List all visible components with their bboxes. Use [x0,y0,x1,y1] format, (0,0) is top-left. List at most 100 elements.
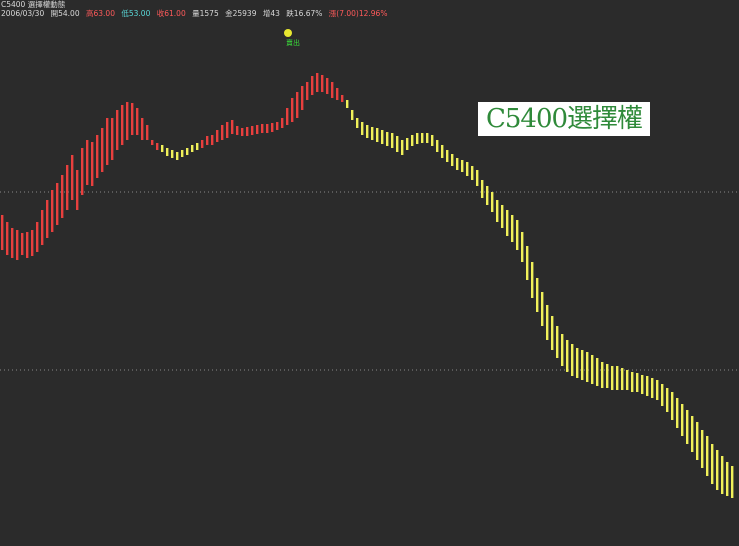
bar-up-13 [66,165,69,210]
bar-down-60 [606,364,609,388]
bar-down-46 [536,278,539,312]
bar-up-54 [311,76,314,95]
bar-down-10 [356,118,359,128]
bar-down-83 [721,456,724,494]
bar-up-11 [56,183,59,225]
bar-down-64 [626,370,629,390]
bar-up-41 [246,127,249,136]
bar-up-5 [26,232,29,258]
signal-layer [284,29,292,37]
bar-down-41 [511,215,514,242]
bar-up-19 [96,135,99,178]
bar-up-14 [71,155,74,200]
bar-down-6 [191,145,194,152]
bar-up-22 [111,118,114,160]
bar-down-22 [416,133,419,144]
bar-up-10 [51,190,54,232]
bar-up-8 [41,210,44,245]
bar-down-56 [586,352,589,382]
bar-down-27 [441,145,444,158]
bar-up-2 [11,228,14,258]
bar-up-18 [91,142,94,186]
sell-signal-marker [284,29,292,37]
bar-down-0 [161,145,164,152]
bar-up-42 [251,126,254,135]
bar-down-30 [456,158,459,170]
header-title-row: C5400 選擇權動態 [1,0,69,9]
bar-down-61 [611,366,614,390]
header-change-count: 增43 [262,9,280,18]
bar-down-73 [671,392,674,420]
bar-down-23 [421,133,424,143]
bar-down-75 [681,404,684,436]
bar-up-7 [36,222,39,252]
bar-down-36 [486,186,489,205]
bar-up-12 [61,175,64,218]
bar-up-43 [256,125,259,134]
bars-layer [1,73,734,498]
bar-up-51 [296,92,299,118]
bar-down-43 [521,232,524,262]
bar-down-57 [591,355,594,384]
bar-down-38 [496,200,499,222]
bar-down-18 [396,136,399,152]
bar-up-57 [326,78,329,94]
header-low: 低53.00 [121,9,151,18]
bar-down-3 [176,152,179,160]
bar-down-29 [451,154,454,166]
bar-down-17 [391,133,394,148]
bar-up-26 [131,103,134,135]
bar-up-3 [16,230,19,260]
bar-up-1 [6,222,9,255]
header-change-pct: 跌16.67% [286,9,323,18]
bar-up-25 [126,102,129,140]
bar-down-20 [406,138,409,150]
bar-up-28 [141,118,144,140]
bar-down-49 [551,316,554,350]
bar-down-67 [641,375,644,394]
bar-down-16 [386,132,389,146]
bar-down-32 [466,162,469,176]
bar-down-63 [621,368,624,390]
header-high: 高63.00 [86,9,115,18]
bar-up-53 [306,82,309,100]
bar-up-0 [1,215,4,250]
bar-down-81 [711,444,714,484]
bar-up-9 [46,200,49,238]
bar-down-78 [696,422,699,460]
bar-down-80 [706,436,709,476]
bar-down-34 [476,170,479,186]
bar-up-15 [76,170,79,210]
bar-down-33 [471,166,474,180]
bar-down-37 [491,192,494,212]
bar-down-58 [596,358,599,386]
bar-down-35 [481,180,484,198]
bar-up-60 [341,95,344,102]
bar-down-65 [631,372,634,392]
bar-down-48 [546,305,549,340]
bar-down-76 [686,410,689,444]
bar-up-47 [276,122,279,130]
bar-down-44 [526,246,529,280]
bar-down-25 [431,135,434,146]
bar-down-2 [171,150,174,158]
bar-up-56 [321,75,324,92]
header-title: C5400 選擇權動態 [1,0,66,9]
bar-down-77 [691,416,694,452]
bar-down-79 [701,430,704,468]
bar-up-32 [201,140,204,148]
bar-up-4 [21,233,24,255]
bar-down-84 [726,462,729,496]
bar-down-71 [661,384,664,406]
bar-down-45 [531,262,534,298]
bar-up-59 [336,88,339,100]
bar-down-7 [196,143,199,150]
bar-down-21 [411,135,414,146]
grid-layer [0,191,739,371]
header-amount: 金25939 [225,9,257,18]
bar-up-31 [156,143,159,150]
bar-up-37 [226,122,229,138]
bar-up-40 [241,128,244,136]
bar-down-59 [601,362,604,388]
header-volume: 量1575 [192,9,219,18]
